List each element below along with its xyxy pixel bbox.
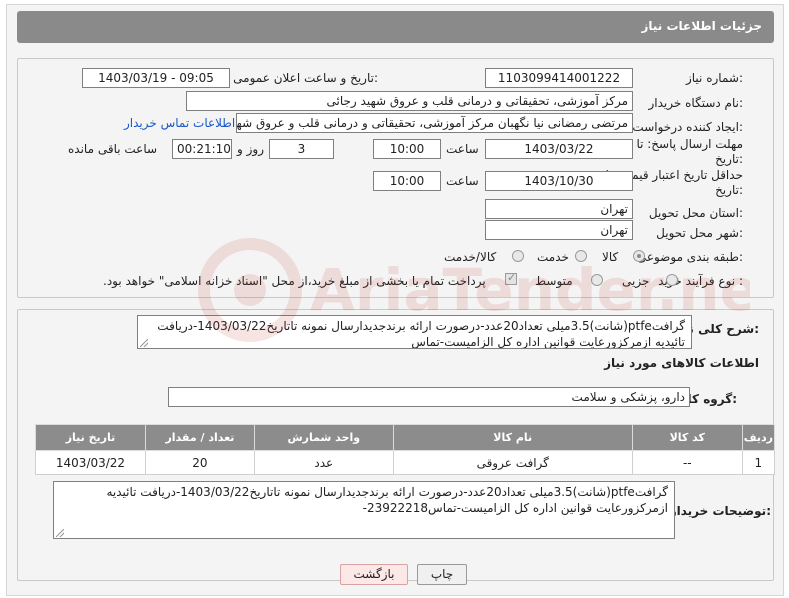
- category-option-goods: کالا: [602, 250, 619, 264]
- cell-date: 1403/03/22: [35, 450, 146, 475]
- buyer-notes-text: گرافتptfe(شانت)3.5میلی تعداد20عدد-درصورت…: [53, 481, 675, 539]
- province-field: تهران: [485, 199, 633, 219]
- buyer-org-label: نام دستگاه خریدار:: [648, 96, 744, 110]
- goods-table: ردیف کد کالا نام کالا واحد شمارش تعداد /…: [35, 424, 776, 475]
- table-row: 1 -- گرافت عروقی عدد 20 1403/03/22: [35, 450, 776, 475]
- col-qty: تعداد / مقدار: [145, 424, 255, 451]
- category-label: طبقه بندی موضوعی:: [636, 250, 743, 264]
- category-radio-service[interactable]: [575, 250, 587, 262]
- validity-time-field: 10:00: [373, 171, 441, 191]
- creator-label: ایجاد کننده درخواست:: [632, 120, 743, 134]
- cell-index: 1: [741, 450, 776, 475]
- remaining-time-field: 00:21:10: [172, 139, 232, 159]
- buyer-org-field: مرکز آموزشی، تحقیقاتی و درمانی قلب و عرو…: [186, 91, 633, 111]
- reply-deadline-label-2: تاریخ:: [715, 152, 743, 166]
- process-option-medium: متوسط: [535, 274, 573, 288]
- reply-time-field: 10:00: [373, 139, 441, 159]
- goods-group-field: دارو، پزشکی و سلامت: [168, 387, 690, 407]
- announce-label: تاریخ و ساعت اعلان عمومی:: [233, 71, 378, 85]
- cell-unit: عدد: [253, 450, 394, 475]
- buyer-contact-link[interactable]: اطلاعات تماس خریدار: [124, 116, 235, 130]
- description-text: گرافتptfe(شانت)3.5میلی تعداد20عدد-درصورت…: [137, 315, 692, 349]
- col-index: ردیف: [741, 424, 776, 451]
- treasury-checkbox[interactable]: [505, 271, 517, 285]
- remaining-label: ساعت باقی مانده: [68, 142, 158, 156]
- page-title: جزئیات اطلاعات نیاز: [641, 19, 762, 33]
- validity-label-2: تاریخ:: [715, 183, 743, 197]
- cell-name: گرافت عروقی: [392, 450, 633, 475]
- days-field: 3: [269, 139, 334, 159]
- city-label: شهر محل تحویل:: [656, 226, 743, 240]
- reply-time-label: ساعت: [446, 142, 479, 156]
- validity-time-label: ساعت: [446, 174, 479, 188]
- col-name: نام کالا: [392, 424, 633, 451]
- cell-code: --: [631, 450, 743, 475]
- col-date: تاریخ نیاز: [35, 424, 146, 451]
- goods-table-header: ردیف کد کالا نام کالا واحد شمارش تعداد /…: [35, 424, 776, 451]
- announce-field: 1403/03/19 - 09:05: [82, 68, 230, 88]
- need-number-field: 1103099414001222: [485, 68, 633, 88]
- goods-section-title: اطلاعات کالاهای مورد نیاز: [604, 356, 759, 370]
- print-button[interactable]: چاپ: [417, 564, 467, 585]
- category-option-service: خدمت: [537, 250, 569, 264]
- buyer-notes-resize-handle[interactable]: [56, 529, 64, 537]
- category-radio-both[interactable]: [512, 250, 524, 262]
- creator-field: مرتضی رمضانی نیا نگهبان مرکز آموزشی، تحق…: [236, 113, 633, 133]
- process-option-minor: جزیی: [622, 274, 650, 288]
- payment-note: پرداخت تمام یا بخشی از مبلغ خرید،از محل …: [103, 274, 486, 288]
- reply-date-field: 1403/03/22: [485, 139, 633, 159]
- col-unit: واحد شمارش: [253, 424, 394, 451]
- process-radio-minor[interactable]: [666, 274, 678, 286]
- province-label: استان محل تحویل:: [648, 206, 743, 220]
- days-label: روز و: [237, 142, 264, 156]
- col-code: کد کالا: [631, 424, 743, 451]
- category-option-both: کالا/خدمت: [444, 250, 497, 264]
- page-header: جزئیات اطلاعات نیاز: [17, 11, 774, 43]
- process-radio-medium[interactable]: [591, 274, 603, 286]
- back-button[interactable]: بازگشت: [340, 564, 408, 585]
- description-resize-handle[interactable]: [140, 339, 148, 347]
- category-radio-goods[interactable]: [633, 250, 645, 262]
- cell-qty: 20: [145, 450, 255, 475]
- reply-deadline-label: مهلت ارسال پاسخ: تا: [636, 137, 743, 151]
- buyer-notes-label: توضیحات خریدار:: [669, 504, 771, 518]
- need-number-label: شماره نیاز:: [685, 71, 743, 85]
- city-field: تهران: [485, 220, 633, 240]
- validity-date-field: 1403/10/30: [485, 171, 633, 191]
